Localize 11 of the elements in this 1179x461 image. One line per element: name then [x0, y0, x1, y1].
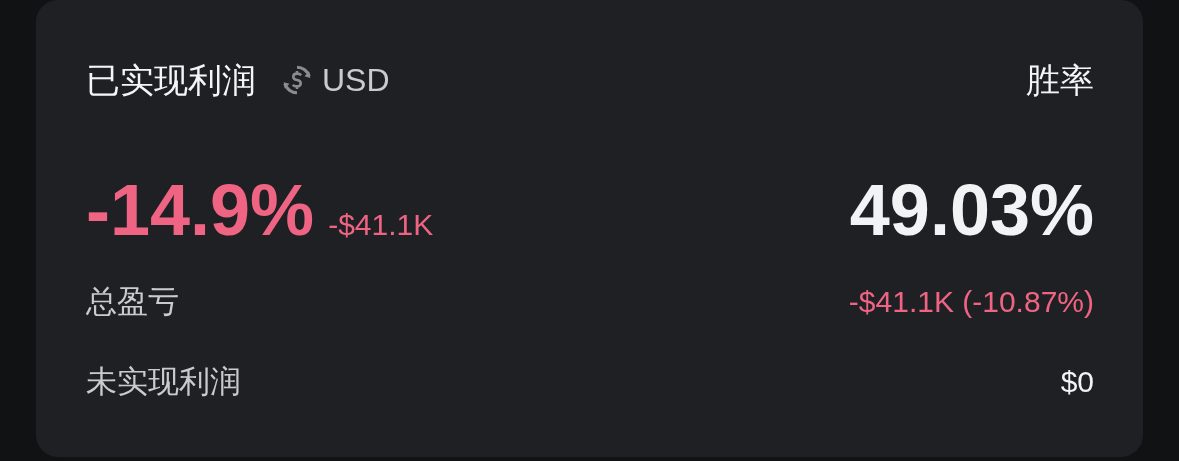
win-rate-title: 胜率 [1026, 60, 1094, 101]
win-rate-value: 49.03% [849, 169, 1094, 252]
stat-label: 总盈亏 [86, 283, 179, 321]
realized-profit-percent: -14.9% [86, 169, 315, 252]
stat-label: 未实现利润 [86, 363, 241, 401]
realized-profit-amount: -$41.1K [328, 208, 434, 242]
currency-exchange-icon [280, 63, 314, 97]
stat-value: $0 [1060, 365, 1094, 399]
currency-label: USD [322, 61, 390, 99]
stat-value: -$41.1K (-10.87%) [848, 285, 1094, 319]
card-title: 已实现利润 [86, 60, 256, 101]
